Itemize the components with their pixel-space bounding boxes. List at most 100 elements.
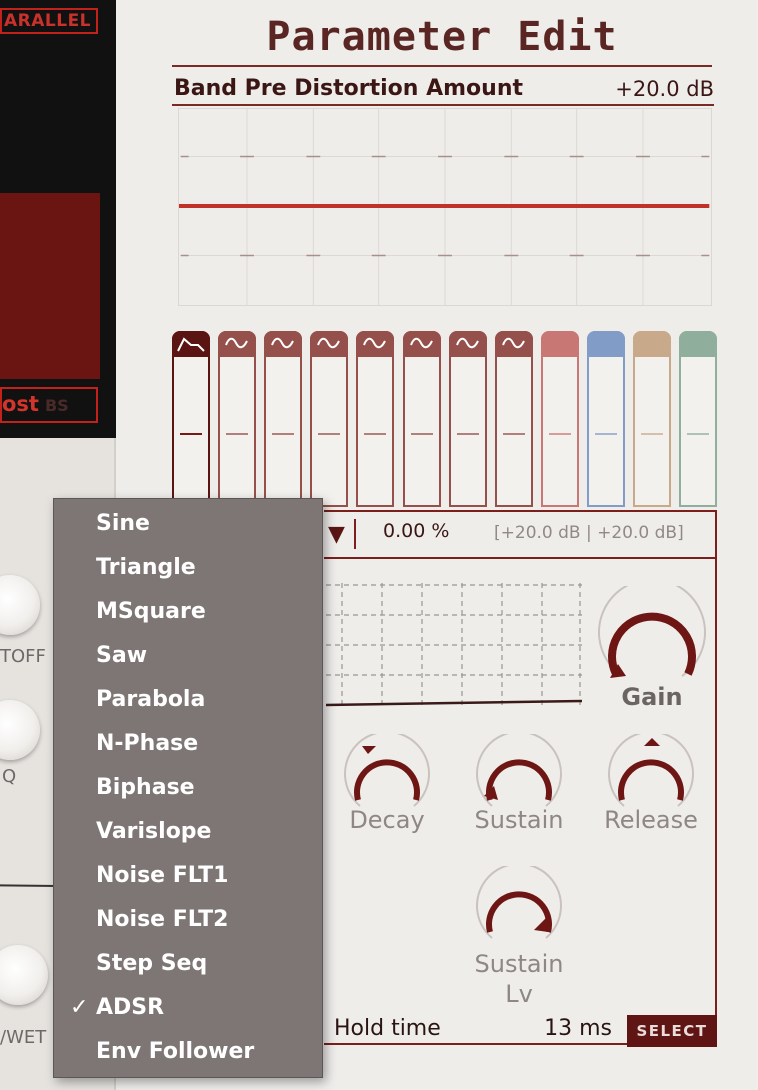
adsr-icon: [172, 331, 210, 357]
decay-knob[interactable]: [340, 734, 434, 812]
sustain-level-label: Sustain: [474, 950, 564, 978]
band-tab-11[interactable]: [633, 331, 671, 507]
envelope-curve: [326, 699, 582, 707]
band-tab-4[interactable]: [310, 331, 348, 507]
hold-time-label: Hold time: [334, 1016, 441, 1041]
menu-item-label: Parabola: [96, 687, 206, 712]
band-level-mark: [411, 433, 433, 435]
band-tab-2[interactable]: [218, 331, 256, 507]
parameter-name: Band Pre Distortion Amount: [174, 76, 524, 101]
parallel-mode-button[interactable]: ARALLEL: [0, 8, 98, 34]
band-color-cap: [679, 331, 717, 357]
band-tab-7[interactable]: [449, 331, 487, 507]
divider: [172, 104, 714, 106]
sine-icon: [403, 331, 441, 357]
band-level-mark: [457, 433, 479, 435]
menu-item-step-seq[interactable]: Step Seq: [54, 942, 322, 986]
release-label: Release: [604, 806, 698, 834]
sine-icon: [449, 331, 487, 357]
band-tab-3[interactable]: [264, 331, 302, 507]
left-display-block: [0, 193, 100, 379]
sine-icon: [264, 331, 302, 357]
menu-item-label: Triangle: [96, 555, 196, 580]
q-label: Q: [2, 766, 17, 787]
gain-label: Gain: [621, 683, 683, 711]
mod-depth-value[interactable]: 0.00 %: [383, 520, 449, 542]
band-level-mark: [318, 433, 340, 435]
menu-item-parabola[interactable]: Parabola: [54, 678, 322, 722]
menu-item-saw[interactable]: Saw: [54, 634, 322, 678]
band-level-mark: [595, 433, 617, 435]
sine-icon: [218, 331, 256, 357]
release-knob[interactable]: [604, 734, 698, 812]
menu-item-label: Biphase: [96, 775, 195, 800]
sine-icon: [310, 331, 348, 357]
menu-item-label: Noise FLT1: [96, 863, 229, 888]
envelope-graph[interactable]: [326, 583, 582, 707]
select-button[interactable]: SELECT: [627, 1015, 717, 1047]
bs-label: BS: [44, 396, 69, 415]
cutoff-label: TOFF: [0, 646, 46, 667]
band-level-mark: [364, 433, 386, 435]
menu-item-label: Step Seq: [96, 951, 208, 976]
parameter-value: +20.0 dB: [615, 77, 714, 101]
band-level-mark: [272, 433, 294, 435]
menu-item-biphase[interactable]: Biphase: [54, 766, 322, 810]
sine-icon: [356, 331, 394, 357]
divider: [354, 519, 356, 549]
band-tab-10[interactable]: [587, 331, 625, 507]
menu-item-noise-flt1[interactable]: Noise FLT1: [54, 854, 322, 898]
band-color-cap: [587, 331, 625, 357]
band-tab-8[interactable]: [495, 331, 533, 507]
sustain-knob[interactable]: [472, 734, 566, 812]
band-level-mark: [549, 433, 571, 435]
band-tab-12[interactable]: [679, 331, 717, 507]
band-level-mark: [641, 433, 663, 435]
band-color-cap: [541, 331, 579, 357]
sustain-level-knob[interactable]: [472, 866, 566, 944]
menu-item-sine[interactable]: Sine: [54, 502, 322, 546]
band-level-mark: [226, 433, 248, 435]
menu-item-noise-flt2[interactable]: Noise FLT2: [54, 898, 322, 942]
menu-item-label: MSquare: [96, 599, 206, 624]
waveform-menu: Sine Triangle MSquare Saw Parabola N-Phase Bip…: [53, 498, 323, 1078]
envelope-grid: [326, 583, 582, 705]
menu-item-label: Sine: [96, 511, 150, 536]
band-tab-5[interactable]: [356, 331, 394, 507]
menu-item-triangle[interactable]: Triangle: [54, 546, 322, 590]
divider: [172, 65, 712, 67]
drywet-label: /WET: [0, 1027, 47, 1048]
band-level-mark: [687, 433, 709, 435]
sine-icon: [495, 331, 533, 357]
menu-item-n-phase[interactable]: N-Phase: [54, 722, 322, 766]
decay-label: Decay: [349, 806, 425, 834]
band-level-mark: [503, 433, 525, 435]
menu-item-env-follower[interactable]: Env Follower: [54, 1030, 322, 1074]
menu-item-label: Saw: [96, 643, 148, 668]
boost-label: ost: [2, 392, 39, 416]
band-color-cap: [633, 331, 671, 357]
mod-range-value: [+20.0 dB | +20.0 dB]: [494, 523, 684, 543]
divider: [324, 557, 717, 559]
checkmark-icon: ✓: [70, 995, 89, 1020]
gain-knob[interactable]: [592, 586, 712, 686]
menu-item-varislope[interactable]: Varislope: [54, 810, 322, 854]
band-level-mark: [180, 433, 202, 435]
menu-item-label: ADSR: [96, 995, 165, 1020]
menu-item-label: Varislope: [96, 819, 212, 844]
menu-item-adsr[interactable]: ✓ ADSR: [54, 986, 322, 1030]
band-tab-6[interactable]: [403, 331, 441, 507]
band-tab-1[interactable]: [172, 331, 210, 517]
band-tab-9[interactable]: [541, 331, 579, 507]
menu-item-msquare[interactable]: MSquare: [54, 590, 322, 634]
page-title: Parameter Edit: [266, 14, 618, 60]
waveform-dropdown-arrow[interactable]: ▼: [328, 520, 354, 550]
menu-item-label: Noise FLT2: [96, 907, 229, 932]
menu-item-label: N-Phase: [96, 731, 199, 756]
hold-time-value[interactable]: 13 ms: [500, 1016, 612, 1041]
boost-button[interactable]: ost BS: [0, 387, 98, 423]
menu-item-label: Env Follower: [96, 1039, 255, 1064]
parameter-graph[interactable]: [178, 108, 712, 306]
sustain-level-label-2: Lv: [505, 980, 533, 1008]
sustain-label: Sustain: [474, 806, 564, 834]
